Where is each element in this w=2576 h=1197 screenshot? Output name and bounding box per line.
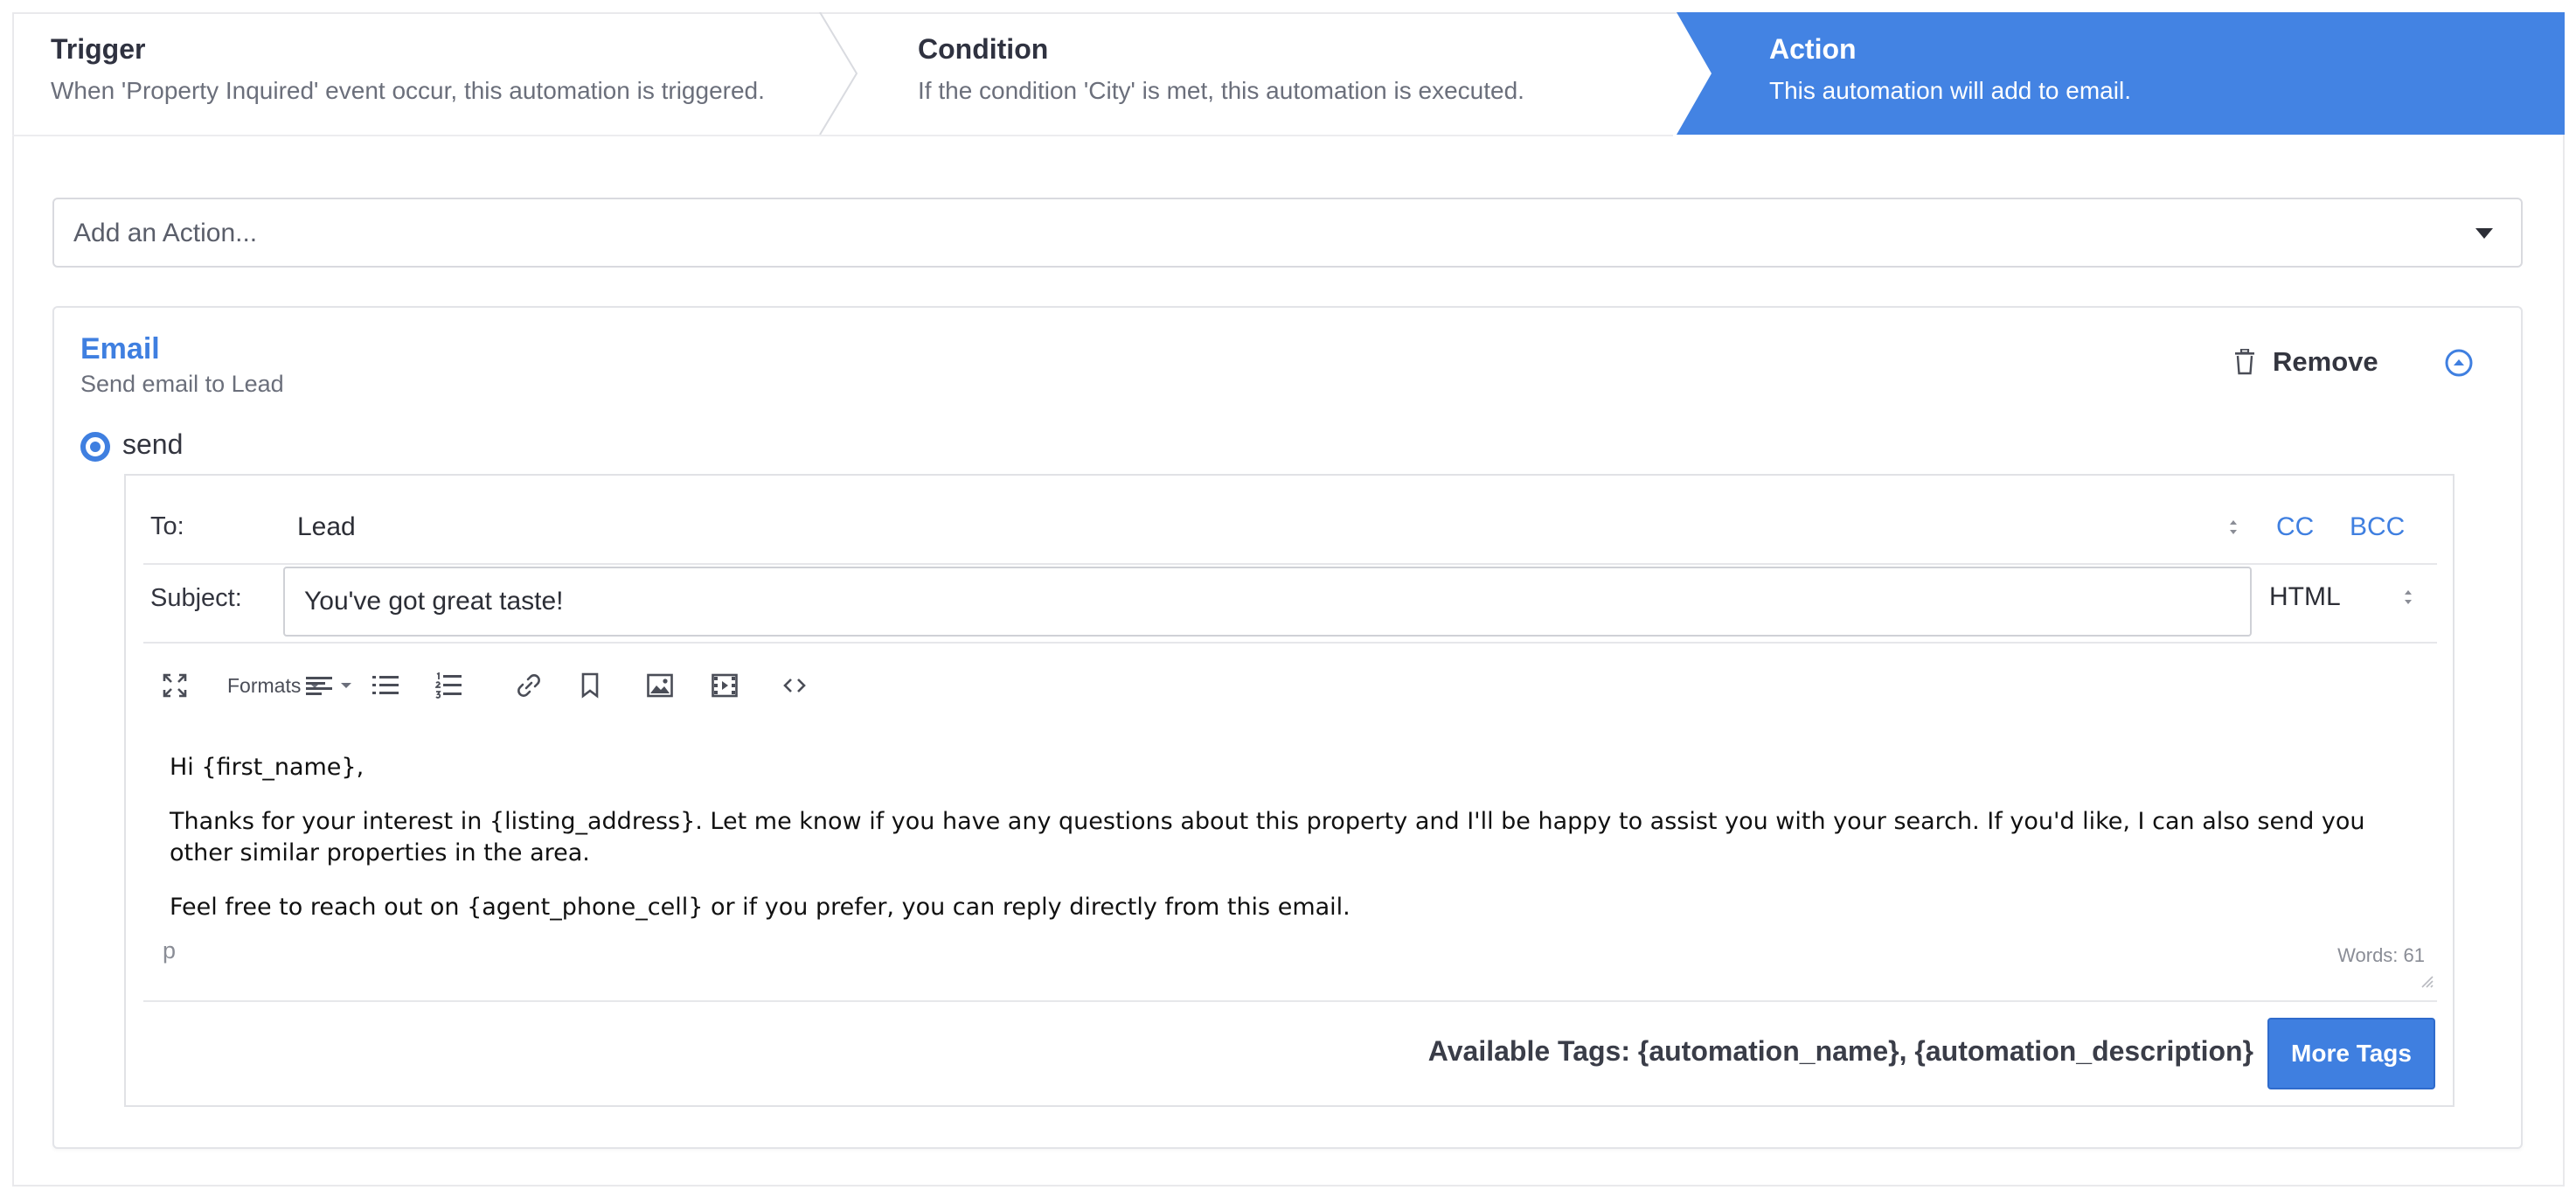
step-title: Action <box>1769 33 1857 65</box>
bookmark-icon <box>581 672 599 699</box>
image-icon <box>647 673 673 698</box>
steps-divider <box>12 135 1673 136</box>
subject-label: Subject: <box>150 584 242 612</box>
source-code-button[interactable] <box>781 668 808 703</box>
body-paragraph: Hi {first_name}, <box>170 754 365 781</box>
element-path[interactable]: p <box>163 937 176 964</box>
email-action-card: Email Send email to Lead Remove send To:… <box>52 306 2523 1149</box>
to-label: To: <box>150 512 184 540</box>
action-title: Email <box>80 332 160 365</box>
step-description: This automation will add to email. <box>1769 77 2131 104</box>
body-paragraph: Thanks for your interest in {listing_add… <box>170 808 2365 866</box>
numbered-list-icon <box>435 672 462 699</box>
body-paragraph: Feel free to reach out on {agent_phone_c… <box>170 894 1350 921</box>
automation-steps: Trigger When 'Property Inquired' event o… <box>12 12 2565 136</box>
align-left-icon <box>306 677 332 695</box>
divider <box>143 563 2437 565</box>
bullet-list-icon <box>372 676 399 694</box>
remove-button[interactable]: Remove <box>2234 344 2378 379</box>
to-select[interactable]: Lead <box>297 512 356 542</box>
step-condition[interactable]: Condition If the condition 'City' is met… <box>851 12 1708 135</box>
step-title: Condition <box>918 33 1049 65</box>
format-select[interactable]: HTML <box>2269 582 2341 612</box>
divider <box>143 1000 2437 1002</box>
cc-link[interactable]: CC <box>2276 512 2314 542</box>
send-radio[interactable] <box>80 432 110 462</box>
available-tags: Available Tags: {automation_name}, {auto… <box>1427 1035 2253 1067</box>
chevron-down-icon <box>2475 228 2493 239</box>
editor-toolbar: Formats <box>143 668 2416 712</box>
chevron-down-icon <box>341 683 351 688</box>
align-dropdown[interactable] <box>306 668 353 703</box>
subject-input[interactable] <box>283 567 2252 637</box>
video-icon <box>712 673 738 698</box>
step-action[interactable]: Action This automation will add to email… <box>1673 12 2565 135</box>
divider <box>143 642 2437 644</box>
select-arrows-icon[interactable] <box>2402 586 2414 609</box>
email-body[interactable]: Hi {first_name}, Thanks for your interes… <box>170 752 2434 946</box>
link-icon <box>517 674 540 697</box>
resize-handle-icon[interactable] <box>2418 972 2434 988</box>
remove-label: Remove <box>2273 346 2378 377</box>
link-button[interactable] <box>516 668 542 703</box>
step-description: If the condition 'City' is met, this aut… <box>918 77 1524 104</box>
email-editor: To: Lead CC BCC Subject: HTML <box>124 474 2454 1107</box>
formats-label: Formats <box>227 673 302 697</box>
select-arrows-icon[interactable] <box>2227 516 2239 539</box>
fullscreen-button[interactable] <box>163 668 187 703</box>
bookmark-button[interactable] <box>580 668 600 703</box>
trash-icon <box>2235 349 2254 375</box>
more-tags-button[interactable]: More Tags <box>2267 1018 2435 1089</box>
add-action-select[interactable]: Add an Action... <box>52 198 2523 268</box>
fullscreen-icon <box>163 673 187 698</box>
step-trigger[interactable]: Trigger When 'Property Inquired' event o… <box>12 12 869 135</box>
bcc-link[interactable]: BCC <box>2350 512 2405 542</box>
collapse-up-icon[interactable] <box>2444 348 2474 378</box>
code-icon <box>783 679 806 692</box>
bullet-list-button[interactable] <box>372 668 399 703</box>
video-button[interactable] <box>712 668 738 703</box>
add-action-placeholder: Add an Action... <box>73 219 258 247</box>
step-description: When 'Property Inquired' event occur, th… <box>51 77 765 104</box>
send-label: send <box>122 428 184 460</box>
action-subtitle: Send email to Lead <box>80 371 284 397</box>
numbered-list-button[interactable] <box>435 668 462 703</box>
word-count: Words: 61 <box>2337 944 2425 966</box>
image-button[interactable] <box>647 668 673 703</box>
step-title: Trigger <box>51 33 146 65</box>
